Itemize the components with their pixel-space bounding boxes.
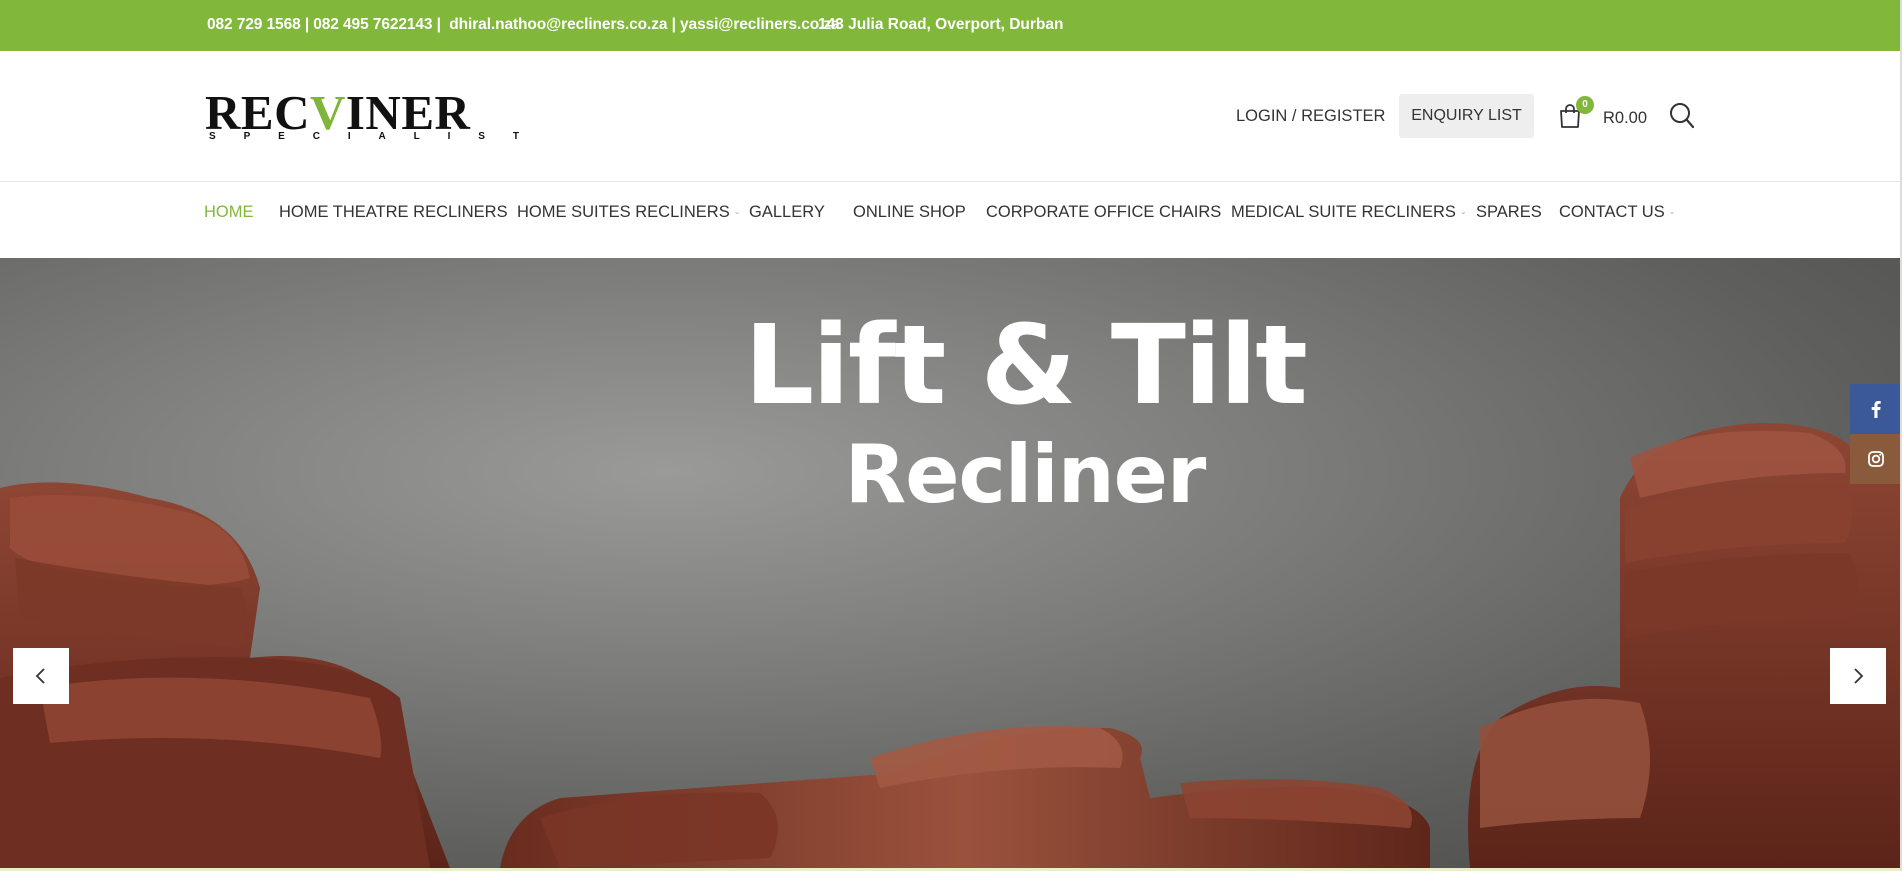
nav-item-contact-us[interactable]: CONTACT US ⌄	[1559, 203, 1675, 222]
logo-wordmark: RECVINER	[205, 85, 471, 140]
hero-subtitle: Recliner	[844, 428, 1207, 521]
hero-slider: Lift & Tilt Recliner	[0, 258, 1900, 868]
chevron-down-icon: ⌄	[1668, 207, 1676, 216]
top-bar: 082 729 1568 | 082 495 7622143 | dhiral.…	[0, 0, 1902, 51]
address: 143 Julia Road, Overport, Durban	[818, 16, 1064, 33]
nav-item-spares[interactable]: SPARES	[1476, 203, 1542, 222]
slider-next-button[interactable]	[1830, 648, 1886, 704]
nav-item-home-suites-recliners[interactable]: HOME SUITES RECLINERS ⌄	[517, 203, 740, 222]
nav-item-online-shop[interactable]: ONLINE SHOP	[853, 203, 966, 222]
nav-item-home[interactable]: HOME	[204, 203, 254, 222]
chevron-down-icon: ⌄	[1459, 207, 1467, 216]
instagram-link[interactable]	[1850, 434, 1902, 484]
login-register-link[interactable]: LOGIN / REGISTER	[1236, 107, 1385, 126]
chevron-down-icon: ⌄	[733, 207, 741, 216]
facebook-link[interactable]	[1850, 384, 1902, 434]
cart-count-badge: 0	[1576, 96, 1594, 114]
facebook-icon	[1871, 401, 1881, 418]
nav-item-medical-suite-recliners[interactable]: MEDICAL SUITE RECLINERS ⌄	[1231, 203, 1467, 222]
site-header: RECVINER SPECIALIST LOGIN / REGISTER ENQ…	[0, 51, 1900, 182]
slider-prev-button[interactable]	[13, 648, 69, 704]
enquiry-list-button[interactable]: ENQUIRY LIST	[1399, 94, 1534, 138]
search-icon[interactable]	[1669, 102, 1695, 130]
logo-tagline: SPECIALIST	[209, 131, 519, 142]
nav-item-gallery[interactable]: GALLERY	[749, 203, 825, 222]
chevron-left-icon	[35, 668, 45, 684]
hero-title: Lift & Tilt	[744, 301, 1308, 429]
site-logo[interactable]: RECVINER SPECIALIST	[205, 85, 523, 146]
contact-info[interactable]: 082 729 1568 | 082 495 7622143 | dhiral.…	[207, 16, 840, 34]
main-nav: HOME HOME THEATRE RECLINERS HOME SUITES …	[0, 183, 1900, 258]
cart-button[interactable]: 0 R0.00	[1558, 96, 1652, 131]
chevron-right-icon	[1854, 668, 1864, 684]
nav-item-home-theatre-recliners[interactable]: HOME THEATRE RECLINERS	[279, 203, 508, 222]
cart-total: R0.00	[1603, 109, 1648, 127]
nav-item-corporate-office-chairs[interactable]: CORPORATE OFFICE CHAIRS	[986, 203, 1221, 222]
instagram-icon	[1868, 451, 1884, 467]
